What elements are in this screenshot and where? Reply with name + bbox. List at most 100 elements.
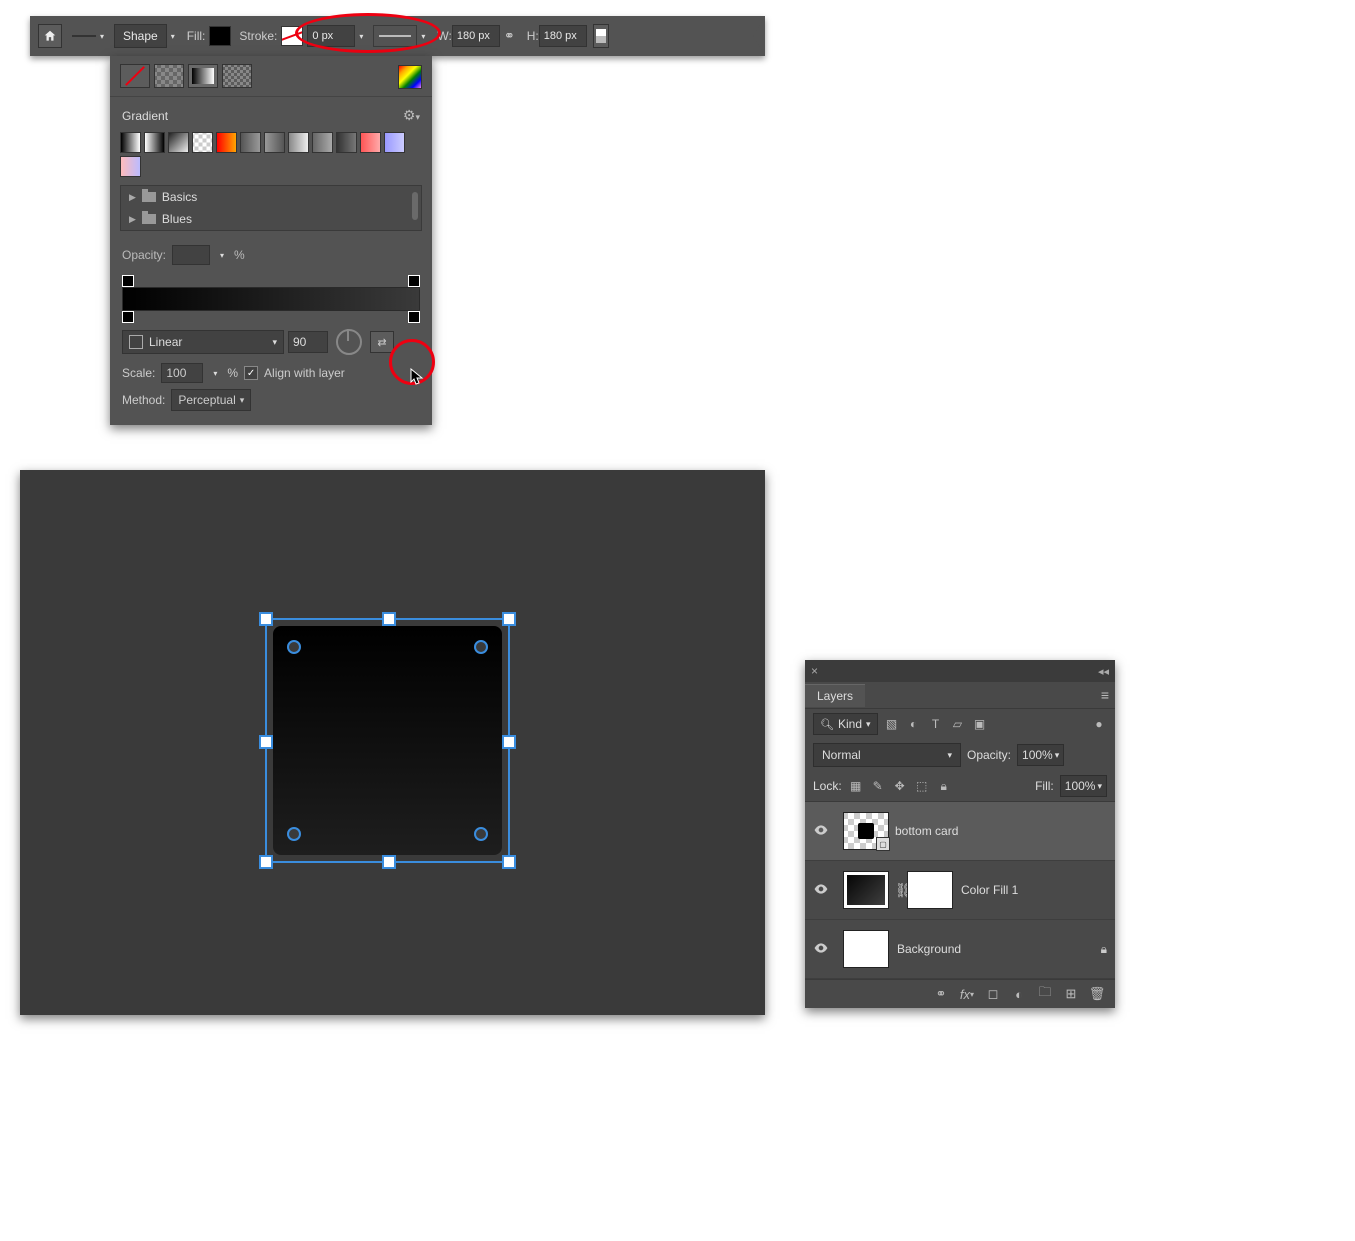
gradient-preset[interactable] [264,132,285,153]
gradient-options-gear-icon[interactable]: ⚙︎▾ [403,107,420,124]
no-color-tab[interactable] [120,64,150,88]
layer-thumbnail[interactable] [843,930,889,968]
corner-radius-handle[interactable] [287,827,301,841]
width-field[interactable]: 180 px [452,25,500,47]
reverse-gradient-button[interactable] [370,331,394,353]
stroke-width-field[interactable]: 0 px [307,25,355,47]
transform-handle[interactable] [259,612,273,626]
gradient-preset[interactable] [168,132,189,153]
new-group-icon[interactable]: 🗀 [1037,986,1053,1002]
gradient-preset[interactable] [120,156,141,177]
visibility-toggle-icon[interactable] [813,883,829,897]
panel-collapse-icon[interactable]: ◂◂ [1098,665,1109,678]
method-dropdown[interactable]: Perceptual ▾ [171,389,251,411]
stroke-width-chevron[interactable]: ▾ [355,32,367,41]
stroke-swatch[interactable] [281,26,303,46]
corner-radius-handle[interactable] [287,640,301,654]
filter-smart-icon[interactable]: ▣ [972,716,988,732]
gradient-preset[interactable] [240,132,261,153]
visibility-toggle-icon[interactable] [813,824,829,838]
blend-mode-dropdown[interactable]: Normal▾ [813,743,961,767]
canvas[interactable] [20,470,765,1015]
panel-close-icon[interactable]: × [811,664,818,678]
delete-layer-icon[interactable]: 🗑︎ [1089,986,1105,1002]
layer-row-background[interactable]: Background 🔒︎ [805,920,1115,979]
layer-name[interactable]: Color Fill 1 [961,883,1107,897]
gradient-preset[interactable] [216,132,237,153]
gradient-angle-field[interactable]: 90 [288,331,328,353]
gradient-editor[interactable] [122,271,420,321]
gradient-preset[interactable] [144,132,165,153]
lock-all-icon[interactable]: 🔒︎ [936,778,952,794]
transform-handle[interactable] [382,855,396,869]
layer-name[interactable]: Background [897,942,1101,956]
filter-toggle-icon[interactable]: ● [1091,716,1107,732]
disclosure-triangle-icon[interactable]: ▶ [129,192,136,203]
filter-pixel-icon[interactable]: ▧ [884,716,900,732]
link-mask-icon[interactable]: ⛓︎ [895,882,903,899]
layer-fill-field[interactable]: 100%▾ [1060,775,1107,797]
solid-color-tab[interactable] [154,64,184,88]
align-edges-button[interactable] [593,24,609,48]
opacity-stop-left[interactable] [122,275,134,287]
color-stop-left[interactable] [122,311,134,323]
gradient-preset[interactable] [384,132,405,153]
height-field[interactable]: 180 px [539,25,587,47]
adjustment-layer-icon[interactable]: ◐ [1011,986,1027,1002]
gradient-angle-wheel[interactable] [336,329,362,355]
gradient-preset[interactable] [120,132,141,153]
color-picker-button[interactable] [398,65,422,89]
visibility-toggle-icon[interactable] [813,942,829,956]
lock-position-icon[interactable]: ✥ [892,778,908,794]
lock-artboard-icon[interactable]: ⬚ [914,778,930,794]
filter-adjustment-icon[interactable]: ◐ [906,716,922,732]
corner-radius-handle[interactable] [474,640,488,654]
panel-menu-icon[interactable]: ≡ [1101,687,1109,703]
layer-opacity-field[interactable]: 100%▾ [1017,744,1064,766]
gradient-preset[interactable] [288,132,309,153]
lock-pixels-icon[interactable]: ✎ [870,778,886,794]
fill-swatch[interactable] [209,26,231,46]
gradient-preset[interactable] [360,132,381,153]
layers-tab[interactable]: Layers [805,684,865,707]
folder-basics[interactable]: ▶ Basics [121,186,421,208]
lock-icon[interactable]: 🔒︎ [1101,942,1107,957]
layer-style-icon[interactable]: fx▾ [959,986,975,1002]
corner-radius-handle[interactable] [474,827,488,841]
layer-mask-thumbnail[interactable] [907,871,953,909]
transform-handle[interactable] [502,735,516,749]
layer-name[interactable]: bottom card [895,824,1107,838]
link-wh-icon[interactable]: ⚭ [504,28,515,44]
layer-thumbnail[interactable] [843,871,889,909]
layer-row-bottom-card[interactable]: ▢ bottom card [805,802,1115,861]
opacity-stop-right[interactable] [408,275,420,287]
new-layer-icon[interactable]: ⊞ [1063,986,1079,1002]
transform-handle[interactable] [502,855,516,869]
transform-handle[interactable] [382,612,396,626]
stroke-style-dropdown[interactable] [373,25,417,47]
scale-field[interactable]: 100 [161,363,203,383]
pattern-tab[interactable] [222,64,252,88]
tool-mode-dropdown[interactable]: Shape ▾ [114,24,179,48]
disclosure-triangle-icon[interactable]: ▶ [129,214,136,225]
lock-transparency-icon[interactable]: ▦ [848,778,864,794]
filter-type-icon[interactable]: T [928,716,944,732]
add-mask-icon[interactable]: ◻ [985,986,1001,1002]
align-with-layer-checkbox[interactable]: ✓ [244,366,258,380]
filter-shape-icon[interactable]: ▱ [950,716,966,732]
folder-blues[interactable]: ▶ Blues [121,208,421,230]
tool-preset-chevron[interactable]: ▾ [96,32,108,41]
transform-handle[interactable] [502,612,516,626]
link-layers-icon[interactable]: ⚭ [933,986,949,1002]
gradient-tab[interactable] [188,64,218,88]
filter-kind-dropdown[interactable]: 🔍︎ Kind ▾ [813,713,878,735]
transform-handle[interactable] [259,735,273,749]
gradient-folder-list[interactable]: ▶ Basics ▶ Blues [120,185,422,231]
transform-handle[interactable] [259,855,273,869]
tool-preset-swatch[interactable] [72,35,96,37]
layer-thumbnail[interactable]: ▢ [843,812,889,850]
opacity-field[interactable] [172,245,210,265]
layer-row-color-fill[interactable]: ⛓︎ Color Fill 1 [805,861,1115,920]
color-stop-right[interactable] [408,311,420,323]
gradient-preset[interactable] [312,132,333,153]
